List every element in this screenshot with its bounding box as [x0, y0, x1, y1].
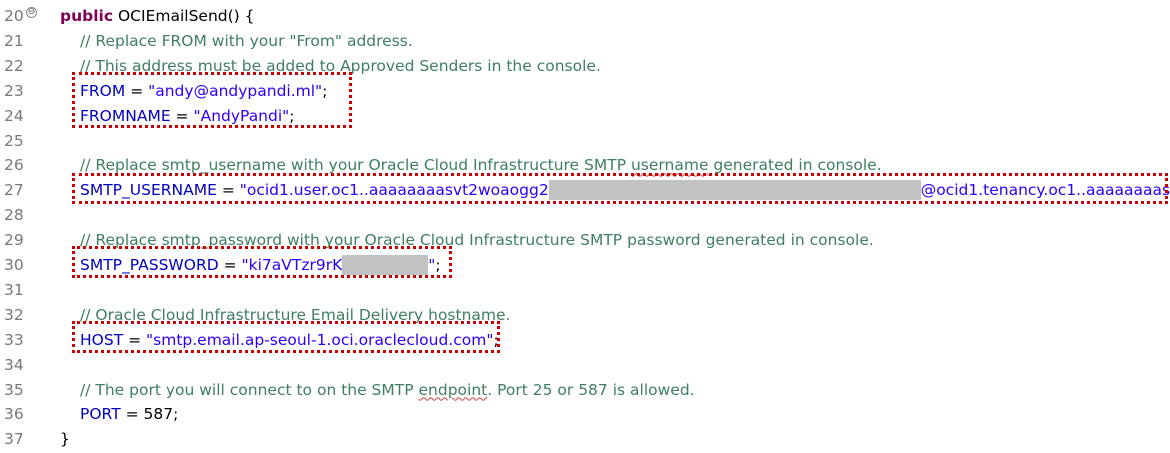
field-token: SMTP_USERNAME [80, 181, 217, 200]
comment-token: // Replace smtp_password with your Oracl… [80, 231, 874, 250]
code-text: // Replace smtp_username with your Oracl… [80, 155, 882, 175]
line-number: 24 [4, 106, 24, 125]
field-token: FROMNAME [80, 106, 171, 125]
code-line[interactable]: 32 // Oracle Cloud Infrastructure Email D… [0, 303, 1170, 327]
comment-token: // Replace FROM with your "From" address… [80, 31, 413, 50]
string-token: "ocid1.user.oc1..aaaaaaaasvt2woaogg2 [239, 181, 549, 200]
comment-token: endpoint [418, 380, 488, 399]
code-token: } [60, 430, 70, 449]
code-line[interactable]: 36 PORT = 587; [0, 402, 1170, 426]
code-line[interactable]: 34 [0, 353, 1170, 377]
comment-token: username [630, 156, 709, 175]
line-number: 34 [4, 355, 24, 374]
comment-token: // Replace smtp_username with your Oracl… [80, 156, 631, 175]
code-line[interactable]: 30 SMTP_PASSWORD = "ki7aVTzr9rK "; [0, 253, 1170, 277]
line-number: 25 [4, 131, 24, 150]
code-token: ; [435, 256, 441, 274]
code-token: OCIEmailSend() { [113, 7, 255, 25]
line-number: 22 [4, 56, 24, 75]
line-number: 23 [4, 81, 24, 100]
comment-token: . Port 25 or 587 is allowed. [487, 380, 695, 399]
comment-token: // Oracle Cloud Infrastructure Email Del… [80, 305, 511, 324]
string-token: "andy@andypandi.ml" [148, 81, 323, 100]
code-line[interactable]: 33 HOST = "smtp.email.ap-seoul-1.oci.orac… [0, 328, 1170, 352]
code-line[interactable]: 29 // Replace smtp_password with your Ora… [0, 228, 1170, 252]
code-token: = [125, 81, 149, 100]
code-line[interactable]: 27 SMTP_USERNAME = "ocid1.user.oc1..aaaaa… [0, 178, 1170, 202]
code-text: PORT = 587; [80, 404, 178, 424]
code-line[interactable]: 28 [0, 203, 1170, 227]
string-token: @ocid1.tenancy.oc1..aaaaaaaaso [920, 181, 1170, 200]
code-text: HOST = "smtp.email.ap-seoul-1.oci.oracle… [80, 330, 499, 350]
line-number: 28 [4, 206, 24, 225]
code-line[interactable]: 35 // The port you will connect to on the… [0, 378, 1170, 402]
code-text: // The port you will connect to on the S… [80, 380, 695, 400]
code-text: // Oracle Cloud Infrastructure Email Del… [80, 305, 510, 325]
field-token: PORT [80, 405, 121, 424]
line-number: 33 [4, 330, 24, 349]
field-token: HOST [80, 330, 124, 349]
string-token: "ki7aVTzr9rK [241, 256, 343, 274]
redacted-region [548, 180, 921, 201]
line-number: 37 [4, 430, 24, 449]
code-line[interactable]: 37} [0, 427, 1170, 451]
string-token: "AndyPandi" [193, 106, 290, 125]
code-line[interactable]: 24 FROMNAME = "AndyPandi"; [0, 104, 1170, 128]
code-text: FROMNAME = "AndyPandi"; [80, 106, 295, 126]
code-token: = [218, 256, 242, 274]
code-text: // Replace FROM with your "From" address… [80, 31, 413, 51]
fold-toggle-icon[interactable]: ⊖ [26, 7, 37, 18]
code-line[interactable]: 31 [0, 278, 1170, 302]
line-number: 31 [4, 280, 24, 299]
code-token: ; [322, 81, 328, 100]
code-token: = [123, 330, 147, 349]
code-text: } [60, 429, 70, 449]
line-number: 35 [4, 380, 24, 399]
keyword-token: public [60, 7, 114, 25]
code-text: // This address must be added to Approve… [80, 56, 601, 76]
line-number: 29 [4, 231, 24, 250]
field-token: SMTP_PASSWORD [80, 256, 219, 274]
code-token: = [170, 106, 194, 125]
line-number: 21 [4, 31, 24, 50]
line-number: 32 [4, 305, 24, 324]
code-line[interactable]: 22 // This address must be added to Appro… [0, 54, 1170, 78]
redacted-region [342, 255, 429, 275]
code-token: = 587; [120, 405, 179, 424]
code-token: = [216, 181, 240, 200]
line-number: 30 [4, 256, 24, 274]
code-text: public OCIEmailSend() { [60, 6, 255, 26]
code-editor[interactable]: 20 ⊖ public OCIEmailSend() {21// Replace F… [0, 0, 1170, 453]
code-token: ; [289, 106, 295, 125]
code-line[interactable]: 21 // Replace FROM with your "From" addre… [0, 29, 1170, 53]
comment-token: generated in console. [708, 156, 882, 175]
field-token: FROM [80, 81, 126, 100]
code-line[interactable]: 23 FROM = "andy@andypandi.ml"; [0, 79, 1170, 103]
code-text: SMTP_USERNAME = "ocid1.user.oc1..aaaaaaa… [80, 180, 1170, 201]
line-number: 27 [4, 181, 24, 200]
line-number: 36 [4, 405, 24, 424]
code-line[interactable]: 26 // Replace smtp_username with your Ora… [0, 153, 1170, 177]
comment-token: // The port you will connect to on the S… [80, 380, 419, 399]
code-line[interactable]: 20 ⊖ public OCIEmailSend() { [0, 4, 1170, 28]
string-token: "smtp.email.ap-seoul-1.oci.oraclecloud.c… [146, 330, 494, 349]
line-number: 26 [4, 156, 24, 175]
code-text: SMTP_PASSWORD = "ki7aVTzr9rK "; [80, 255, 441, 275]
code-line[interactable]: 25 [0, 129, 1170, 153]
code-text: // Replace smtp_password with your Oracl… [80, 230, 874, 250]
comment-token: // This address must be added to Approve… [80, 56, 601, 75]
code-token: ; [493, 330, 499, 349]
code-text: FROM = "andy@andypandi.ml"; [80, 81, 327, 101]
